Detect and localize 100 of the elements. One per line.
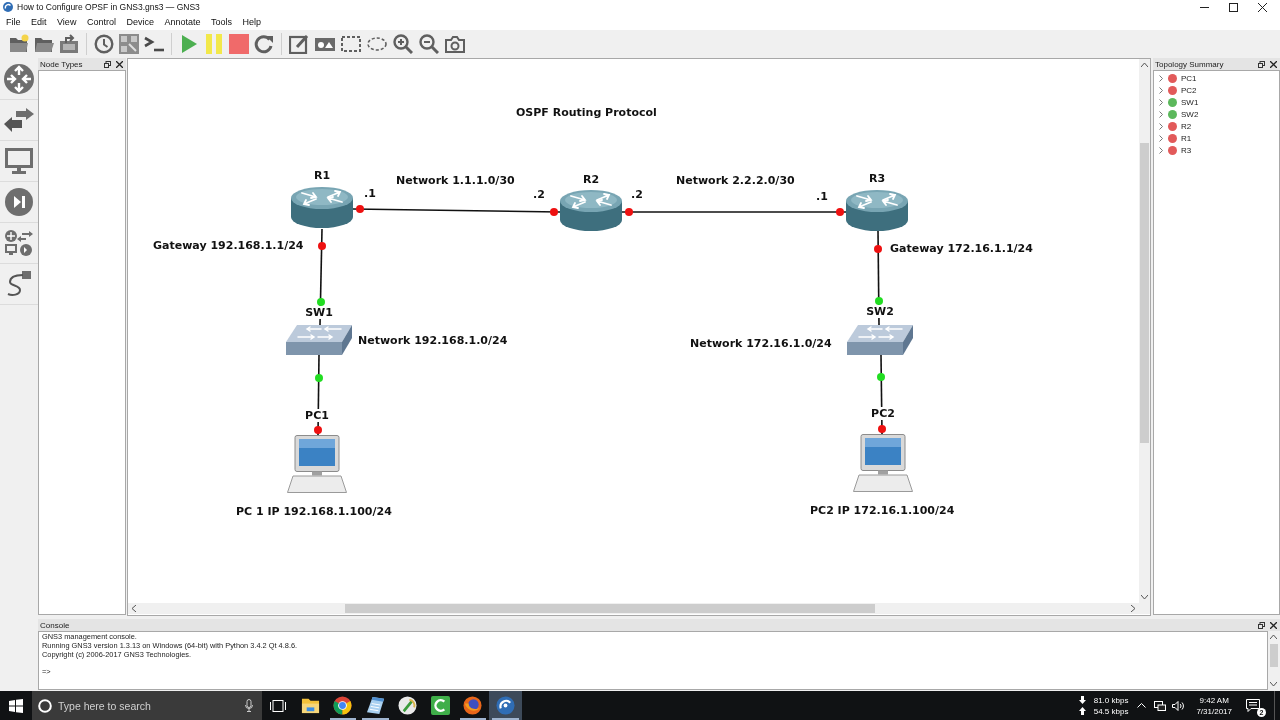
computer-icon: [853, 434, 913, 492]
topology-item[interactable]: R3: [1181, 145, 1192, 155]
upload-rate: 54.5 kbps: [1093, 706, 1129, 716]
router-icon: [846, 190, 908, 231]
new-folder-icon[interactable]: [9, 33, 29, 54]
gateway-label: Gateway 192.168.1.1/24: [153, 239, 304, 253]
start-icon[interactable]: [9, 698, 23, 713]
pen-circle-icon: [398, 696, 418, 715]
node-label: R3: [867, 172, 887, 185]
horizontal-scrollbar[interactable]: [128, 603, 1139, 614]
interface-label: .1: [364, 187, 376, 201]
menu-item[interactable]: Edit: [27, 16, 51, 28]
topology-item[interactable]: PC1: [1181, 73, 1197, 83]
zoom-out-icon[interactable]: [419, 33, 439, 54]
float-icon[interactable]: [1258, 621, 1265, 629]
clock-date[interactable]: 7/31/2017: [1196, 705, 1232, 717]
topology-item[interactable]: R2: [1181, 121, 1192, 131]
node-label: SW2: [865, 305, 895, 318]
interface-label: .2: [533, 188, 545, 202]
download-arrow-icon: [1078, 696, 1086, 704]
menu-item[interactable]: View: [53, 16, 81, 28]
taskbar-button[interactable]: [489, 691, 522, 720]
camera-icon[interactable]: [445, 33, 465, 54]
circle-icon[interactable]: [38, 698, 52, 713]
address-label: PC2 IP 172.16.1.100/24: [810, 504, 955, 518]
globe-icon: [463, 696, 483, 715]
chevron-icon[interactable]: [1159, 146, 1163, 154]
edit-note-icon[interactable]: [289, 33, 309, 54]
gateway-label: Gateway 172.16.1.1/24: [890, 242, 1033, 256]
scroll-right-icon[interactable]: [1131, 605, 1135, 612]
router-icon[interactable]: [4, 64, 34, 94]
menu-item[interactable]: Annotate: [160, 16, 205, 28]
menu-item[interactable]: File: [2, 16, 25, 28]
close-icon[interactable]: [116, 60, 123, 68]
vertical-scrollbar[interactable]: [1139, 59, 1150, 603]
search-field[interactable]: Type here to search: [32, 691, 262, 720]
rectangle-icon[interactable]: [341, 33, 361, 54]
task-view-icon[interactable]: [270, 699, 286, 712]
monitor-icon[interactable]: [5, 147, 33, 175]
topology-item[interactable]: SW2: [1181, 109, 1199, 119]
tricolor-circle-icon: [333, 696, 353, 715]
chevron-icon[interactable]: [1159, 122, 1163, 130]
zoom-in-icon[interactable]: [393, 33, 413, 54]
scrollbar-thumb[interactable]: [345, 604, 875, 613]
topology-item[interactable]: PC2: [1181, 85, 1197, 95]
maximize-icon[interactable]: [1229, 2, 1238, 12]
chevron-icon[interactable]: [1159, 134, 1163, 142]
float-icon[interactable]: [104, 60, 111, 68]
menu-item[interactable]: Tools: [206, 16, 236, 28]
cable-icon[interactable]: [5, 270, 33, 298]
scrollbar-thumb[interactable]: [1140, 143, 1149, 443]
interface-label: .2: [631, 188, 643, 202]
microphone-icon[interactable]: [245, 699, 253, 712]
dock-title: Console: [40, 620, 70, 630]
scroll-up-icon[interactable]: [1141, 63, 1148, 67]
stop-icon[interactable]: [229, 33, 249, 54]
computer-icon: [287, 435, 347, 493]
topology-item[interactable]: SW1: [1181, 97, 1199, 107]
chevron-icon[interactable]: [1159, 98, 1163, 106]
scroll-up-icon[interactable]: [1270, 635, 1277, 639]
window-title: How to Configure OPSF in GNS3.gns3 — GNS3: [17, 2, 200, 12]
close-icon[interactable]: [1270, 60, 1277, 68]
clock-time[interactable]: 9:42 AM: [1199, 694, 1229, 706]
chevron-up-icon[interactable]: [1137, 703, 1147, 708]
close-icon[interactable]: [1270, 621, 1277, 629]
address-label: PC 1 IP 192.168.1.100/24: [236, 505, 392, 519]
diagram-title: OSPF Routing Protocol: [516, 106, 657, 120]
label-grid-icon[interactable]: [119, 33, 139, 54]
menu-item[interactable]: Control: [82, 16, 120, 28]
router-icon: [291, 187, 353, 228]
topology-item[interactable]: R1: [1181, 133, 1192, 143]
chevron-icon[interactable]: [1159, 110, 1163, 118]
chevron-icon[interactable]: [1159, 74, 1163, 82]
chevron-icon[interactable]: [1159, 86, 1163, 94]
menu-item[interactable]: Help: [238, 16, 265, 28]
skip-forward-icon[interactable]: [5, 188, 33, 216]
interface-label: .1: [816, 190, 828, 204]
all-devices-icon[interactable]: [5, 229, 33, 257]
download-rate: 81.0 kbps: [1093, 695, 1129, 705]
close-icon[interactable]: [1258, 2, 1267, 12]
node-label: PC1: [304, 409, 330, 422]
folder-arrow-icon[interactable]: [59, 33, 79, 54]
switch-icon: [847, 325, 913, 355]
menu-item[interactable]: Device: [122, 16, 158, 28]
clock-icon[interactable]: [94, 33, 114, 54]
swap-arrows-icon[interactable]: [4, 108, 34, 132]
dock-title: Node Types: [40, 59, 83, 69]
swirl-icon: [495, 696, 515, 715]
scroll-down-icon[interactable]: [1141, 595, 1148, 599]
scroll-left-icon[interactable]: [132, 605, 136, 612]
network-icon[interactable]: [1154, 700, 1167, 711]
network-label: Network 2.2.2.0/30: [676, 174, 795, 188]
reload-icon[interactable]: [254, 33, 274, 54]
scroll-down-icon[interactable]: [1270, 682, 1277, 686]
scrollbar-thumb[interactable]: [1270, 644, 1278, 667]
notification-icon[interactable]: [1246, 698, 1260, 712]
volume-icon[interactable]: [1172, 700, 1185, 711]
network-label: Network 1.1.1.0/30: [396, 174, 515, 188]
float-icon[interactable]: [1258, 60, 1265, 68]
upload-arrow-icon: [1078, 707, 1086, 715]
